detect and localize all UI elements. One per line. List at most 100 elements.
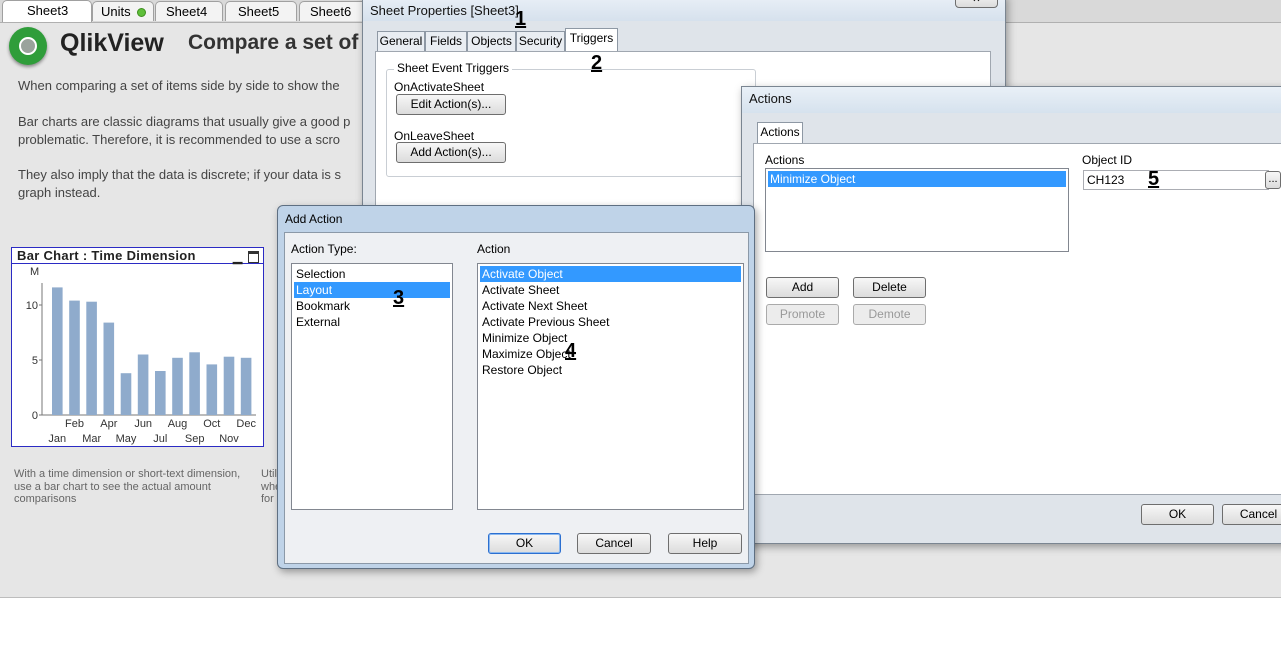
action-type-list[interactable]: Selection Layout Bookmark External xyxy=(291,263,453,510)
button-label: Cancel xyxy=(595,536,633,550)
tab-label: Sheet4 xyxy=(166,4,208,19)
ok-button[interactable]: OK xyxy=(488,533,561,554)
tab-label: Objects xyxy=(471,34,512,48)
cancel-button[interactable]: Cancel xyxy=(1222,504,1281,525)
bar-may[interactable] xyxy=(120,373,132,415)
tab-units[interactable]: Units xyxy=(92,1,154,21)
list-item[interactable]: Minimize Object xyxy=(480,330,741,346)
bar-oct[interactable] xyxy=(206,364,218,415)
list-item[interactable]: Layout xyxy=(294,282,450,298)
x-tick-label: Jun xyxy=(134,418,152,430)
list-item[interactable]: Activate Previous Sheet xyxy=(480,314,741,330)
help-button[interactable]: Help xyxy=(668,533,742,554)
x-tick-label: Feb xyxy=(65,418,84,430)
cancel-button[interactable]: Cancel xyxy=(577,533,651,554)
list-item[interactable]: Selection xyxy=(294,266,450,282)
paragraph-1: When comparing a set of items side by si… xyxy=(18,78,340,93)
add-actions-button[interactable]: Add Action(s)... xyxy=(396,142,506,163)
annotation-2: 2 xyxy=(591,52,603,74)
actions-header: Actions xyxy=(765,153,805,167)
ok-button[interactable]: OK xyxy=(1141,504,1214,525)
actions-dialog: Actions Actions Actions Minimize Object … xyxy=(741,86,1281,544)
tab-label: Sheet5 xyxy=(238,4,280,19)
paragraph-3b: graph instead. xyxy=(18,185,101,200)
paragraph-2a: Bar charts are classic diagrams that usu… xyxy=(18,114,351,129)
button-label: Add Action(s)... xyxy=(410,145,492,159)
action-list[interactable]: Activate Object Activate Sheet Activate … xyxy=(477,263,744,510)
list-item[interactable]: External xyxy=(294,314,450,330)
annotation-4: 4 xyxy=(565,340,577,362)
list-item[interactable]: Maximize Object xyxy=(480,346,741,362)
note-line: With a time dimension or short-text dime… xyxy=(14,468,241,480)
promote-button[interactable]: Promote xyxy=(766,304,839,325)
tab-label: Triggers xyxy=(569,31,614,45)
brand-name: QlikView xyxy=(60,29,164,57)
list-item[interactable]: Activate Object xyxy=(480,266,741,282)
list-item[interactable]: Bookmark xyxy=(294,298,450,314)
actions-list[interactable]: Minimize Object xyxy=(765,168,1069,252)
bar-sep[interactable] xyxy=(189,352,200,415)
tab-actions[interactable]: Actions xyxy=(757,122,803,144)
bar-chart-plot: M 0 5 10 Jan Feb Mar Apr May JunJulAug Sep Oct Nov… xyxy=(26,266,257,445)
dialog-titlebar: Actions xyxy=(742,87,1281,113)
close-button[interactable]: ✕ xyxy=(955,0,998,8)
button-label: Promote xyxy=(779,307,826,321)
list-item[interactable]: Minimize Object xyxy=(768,171,1066,187)
tab-sheet6[interactable]: Sheet6 xyxy=(299,1,367,21)
x-tick-label: Jan xyxy=(48,433,66,445)
bar-mar[interactable] xyxy=(86,301,97,415)
bar-feb[interactable] xyxy=(69,300,80,415)
bar-chart-object[interactable]: Bar Chart : Time Dimension ▁ M 0 5 10 Jan F… xyxy=(11,247,264,447)
minimize-icon[interactable]: ▁ xyxy=(233,249,243,265)
chart-caption: Bar Chart : Time Dimension ▁ xyxy=(12,248,263,264)
list-item[interactable]: Activate Next Sheet xyxy=(480,298,741,314)
y-axis-label: M xyxy=(30,266,39,278)
tab-label: General xyxy=(379,34,423,48)
browse-button[interactable]: ... xyxy=(1265,171,1281,189)
x-tick-label: Oct xyxy=(203,418,220,430)
x-tick-label: Sep xyxy=(185,433,205,445)
bar-jan[interactable] xyxy=(52,287,63,415)
button-label: Help xyxy=(692,536,718,550)
close-icon: ✕ xyxy=(972,0,980,5)
y-tick-label: 5 xyxy=(32,355,38,367)
button-label: Cancel xyxy=(1239,507,1278,521)
tab-sheet3[interactable]: Sheet3 xyxy=(2,0,92,22)
x-tick-label: May xyxy=(116,433,137,445)
tab-general[interactable]: General xyxy=(377,31,425,51)
annotation-5: 5 xyxy=(1148,168,1160,190)
maximize-icon[interactable] xyxy=(248,251,259,263)
y-tick-label: 0 xyxy=(32,410,38,422)
object-id-field[interactable] xyxy=(1083,170,1269,190)
button-label: OK xyxy=(515,536,534,550)
demote-button[interactable]: Demote xyxy=(853,304,926,325)
button-label: Add xyxy=(791,280,814,294)
tab-sheet5[interactable]: Sheet5 xyxy=(225,1,297,21)
edit-actions-button[interactable]: Edit Action(s)... xyxy=(396,94,506,115)
bar-nov[interactable] xyxy=(223,356,235,415)
tab-security[interactable]: Security xyxy=(516,31,565,51)
button-label: Delete xyxy=(872,280,907,294)
list-item[interactable]: Restore Object xyxy=(480,362,741,378)
delete-button[interactable]: Delete xyxy=(853,277,926,298)
chart-note: With a time dimension or short-text dime… xyxy=(14,468,240,506)
x-tick-label: Jul xyxy=(153,433,167,445)
bar-apr[interactable] xyxy=(103,322,115,415)
bar-jul[interactable] xyxy=(155,371,166,415)
tab-fields[interactable]: Fields xyxy=(425,31,467,51)
dialog-title: Sheet Properties [Sheet3] xyxy=(370,3,519,18)
tab-sheet4[interactable]: Sheet4 xyxy=(155,1,223,21)
bar-dec[interactable] xyxy=(240,357,252,415)
actions-panel: Actions Minimize Object Object ID ... Ad… xyxy=(753,143,1281,495)
bar-aug[interactable] xyxy=(172,357,183,415)
group-label: Sheet Event Triggers xyxy=(394,61,513,75)
list-item[interactable]: Activate Sheet xyxy=(480,282,741,298)
add-button[interactable]: Add xyxy=(766,277,839,298)
dialog-titlebar: Sheet Properties [Sheet3] xyxy=(363,0,1005,21)
tab-objects[interactable]: Objects xyxy=(467,31,516,51)
button-label: Edit Action(s)... xyxy=(410,97,492,111)
tab-triggers[interactable]: Triggers xyxy=(565,28,618,52)
tab-label: Actions xyxy=(760,125,800,139)
bar-jun[interactable] xyxy=(137,354,149,416)
object-id-label: Object ID xyxy=(1082,153,1133,167)
